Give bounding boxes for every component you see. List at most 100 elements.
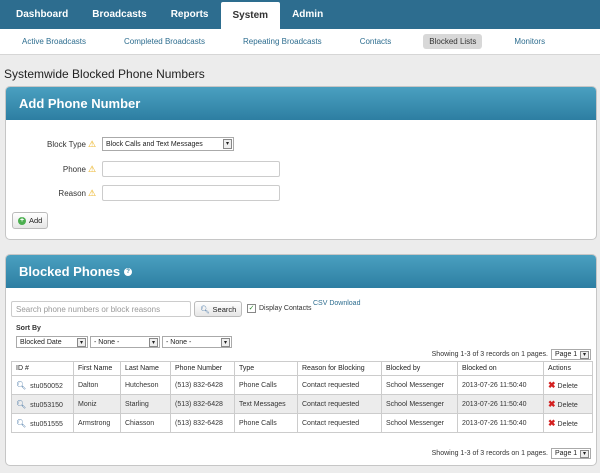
phone-row: Phone ⚠: [6, 161, 280, 177]
table-row: 🔍︎ stu050052 Dalton Hutcheson (513) 832-6…: [11, 375, 593, 395]
magnify-icon[interactable]: 🔍︎: [16, 400, 26, 409]
phone-cell: (513) 832-6428: [170, 394, 235, 414]
block-type-row: Block Type ⚠ Block Calls and Text Messag…: [6, 137, 234, 151]
sort-by-label: Sort By: [16, 325, 41, 332]
sort-select-2[interactable]: - None - ▾: [90, 336, 160, 348]
delete-label: Delete: [557, 420, 578, 428]
search-placeholder: Search phone numbers or block reasons: [16, 304, 161, 314]
reason-input[interactable]: [102, 185, 280, 201]
phone-label: Phone: [62, 164, 86, 174]
tab-dashboard[interactable]: Dashboard: [0, 0, 80, 29]
subnav-contacts[interactable]: Contacts: [354, 34, 398, 49]
phone-cell: (513) 832-6428: [170, 375, 235, 395]
phone-input[interactable]: [102, 161, 280, 177]
search-button[interactable]: 🔍︎ Search: [194, 301, 243, 317]
add-phone-panel: Add Phone Number Block Type ⚠ Block Call…: [5, 86, 597, 240]
magnify-icon[interactable]: 🔍︎: [16, 419, 26, 428]
page-select-top[interactable]: Page 1 ▾: [551, 349, 591, 360]
reason-cell: Contact requested: [297, 394, 382, 414]
sort-select-1[interactable]: Blocked Date ▾: [16, 336, 88, 348]
subnav-active-broadcasts[interactable]: Active Broadcasts: [16, 34, 92, 49]
search-icon: 🔍︎: [200, 304, 210, 314]
blocked-phones-panel-title: Blocked Phones ?: [6, 255, 596, 288]
blocked-on-cell: 2013-07-26 11:50:40: [457, 394, 544, 414]
top-nav: Dashboard Broadcasts Reports System Admi…: [0, 0, 600, 29]
id-cell: 🔍︎ stu051555: [11, 413, 74, 433]
blocked-by-cell: School Messenger: [381, 375, 458, 395]
subnav-completed-broadcasts[interactable]: Completed Broadcasts: [118, 34, 211, 49]
sort-select-1-value: Blocked Date: [20, 338, 62, 346]
col-first-name[interactable]: First Name: [73, 361, 121, 376]
subnav-blocked-lists[interactable]: Blocked Lists: [423, 34, 483, 49]
add-button-label: Add: [29, 216, 43, 225]
sort-selects: Blocked Date ▾ - None - ▾ - None - ▾: [16, 336, 232, 348]
delete-icon: ✖: [548, 379, 556, 390]
paging-top: Showing 1-3 of 3 records on 1 pages. Pag…: [432, 349, 591, 360]
last-name-cell: Hutcheson: [120, 375, 171, 395]
actions-cell: ✖ Delete: [543, 394, 593, 414]
block-type-label: Block Type: [47, 139, 86, 149]
warning-icon: ⚠: [88, 138, 97, 149]
tab-system[interactable]: System: [220, 2, 281, 29]
sub-nav: Active Broadcasts Completed Broadcasts R…: [0, 29, 600, 55]
col-last-name[interactable]: Last Name: [120, 361, 171, 376]
page-select-value: Page 1: [555, 450, 578, 457]
actions-cell: ✖ Delete: [543, 375, 593, 395]
sort-select-2-value: - None -: [94, 338, 120, 346]
reason-cell: Contact requested: [297, 375, 382, 395]
id-value[interactable]: stu053150: [30, 402, 63, 409]
actions-cell: ✖ Delete: [543, 413, 593, 433]
search-input[interactable]: Search phone numbers or block reasons: [11, 301, 191, 317]
blocked-phones-title-text: Blocked Phones: [19, 264, 121, 279]
col-reason[interactable]: Reason for Blocking: [297, 361, 382, 376]
block-type-value: Block Calls and Text Messages: [106, 140, 203, 148]
blocked-by-cell: School Messenger: [381, 413, 458, 433]
phone-cell: (513) 832-6428: [170, 413, 235, 433]
col-blocked-on[interactable]: Blocked on: [457, 361, 544, 376]
blocked-on-cell: 2013-07-26 11:50:40: [457, 413, 544, 433]
paging-text: Showing 1-3 of 3 records on 1 pages.: [431, 351, 548, 358]
delete-button[interactable]: ✖ Delete: [548, 379, 578, 390]
subnav-monitors[interactable]: Monitors: [508, 34, 551, 49]
blocked-phones-table: ID # First Name Last Name Phone Number T…: [11, 361, 593, 433]
paging-text: Showing 1-3 of 3 records on 1 pages.: [431, 450, 548, 457]
blocked-phones-panel: Blocked Phones ? Search phone numbers or…: [5, 254, 597, 466]
col-type[interactable]: Type: [234, 361, 298, 376]
delete-icon: ✖: [548, 398, 556, 409]
delete-button[interactable]: ✖ Delete: [548, 418, 578, 428]
id-cell: 🔍︎ stu053150: [11, 394, 74, 414]
magnify-icon[interactable]: 🔍︎: [16, 381, 26, 390]
col-blocked-by[interactable]: Blocked by: [381, 361, 458, 376]
id-value[interactable]: stu051555: [30, 421, 63, 428]
col-phone[interactable]: Phone Number: [170, 361, 235, 376]
id-value[interactable]: stu050052: [30, 383, 63, 390]
chevron-down-icon: ▾: [580, 450, 589, 458]
warning-icon: ⚠: [88, 187, 97, 198]
help-icon[interactable]: ?: [124, 267, 133, 276]
chevron-down-icon: ▾: [580, 351, 589, 359]
id-cell: 🔍︎ stu050052: [11, 375, 74, 395]
add-phone-panel-title: Add Phone Number: [6, 87, 596, 120]
subnav-repeating-broadcasts[interactable]: Repeating Broadcasts: [237, 34, 328, 49]
first-name-cell: Moniz: [73, 394, 121, 414]
col-actions: Actions: [543, 361, 593, 376]
delete-button[interactable]: ✖ Delete: [548, 398, 578, 409]
sort-select-3[interactable]: - None - ▾: [162, 336, 232, 348]
reason-cell: Contact requested: [297, 413, 382, 433]
type-cell: Text Messages: [234, 394, 298, 414]
col-id[interactable]: ID #: [11, 361, 74, 376]
add-button[interactable]: + Add: [12, 212, 49, 229]
table-row: 🔍︎ stu051555 Armstrong Chiasson (513) 832…: [11, 413, 593, 433]
page-select-bottom[interactable]: Page 1 ▾: [551, 448, 591, 459]
display-contacts-checkbox[interactable]: ✓: [247, 304, 256, 313]
sort-select-3-value: - None -: [166, 338, 192, 346]
tab-reports[interactable]: Reports: [159, 0, 221, 29]
csv-download-link[interactable]: CSV Download: [313, 300, 360, 307]
type-cell: Phone Calls: [234, 375, 298, 395]
page-title: Systemwide Blocked Phone Numbers: [4, 67, 205, 81]
tab-broadcasts[interactable]: Broadcasts: [80, 0, 158, 29]
tab-admin[interactable]: Admin: [280, 0, 335, 29]
block-type-select[interactable]: Block Calls and Text Messages ▾: [102, 137, 234, 151]
last-name-cell: Chiasson: [120, 413, 171, 433]
reason-label: Reason: [58, 188, 86, 198]
